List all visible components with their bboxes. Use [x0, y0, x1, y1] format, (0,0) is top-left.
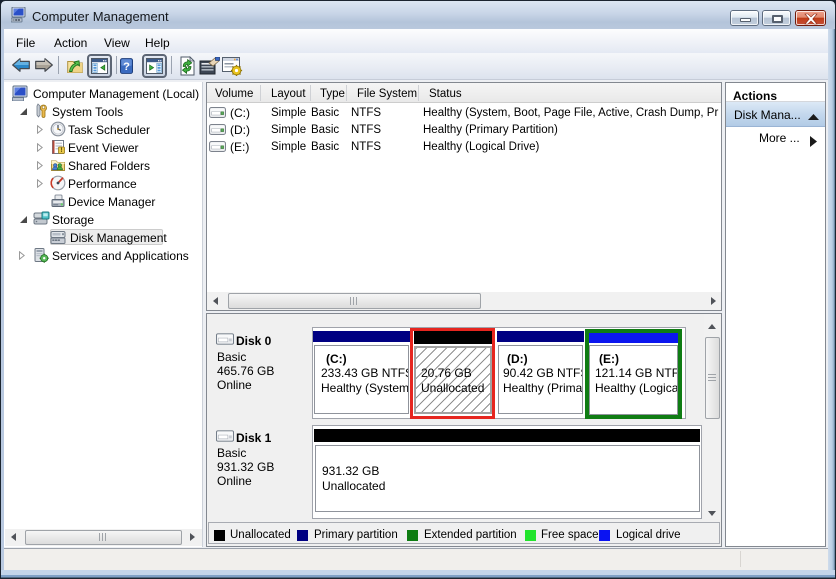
svg-text:!: ! — [60, 147, 62, 154]
svg-text:?: ? — [123, 61, 130, 73]
